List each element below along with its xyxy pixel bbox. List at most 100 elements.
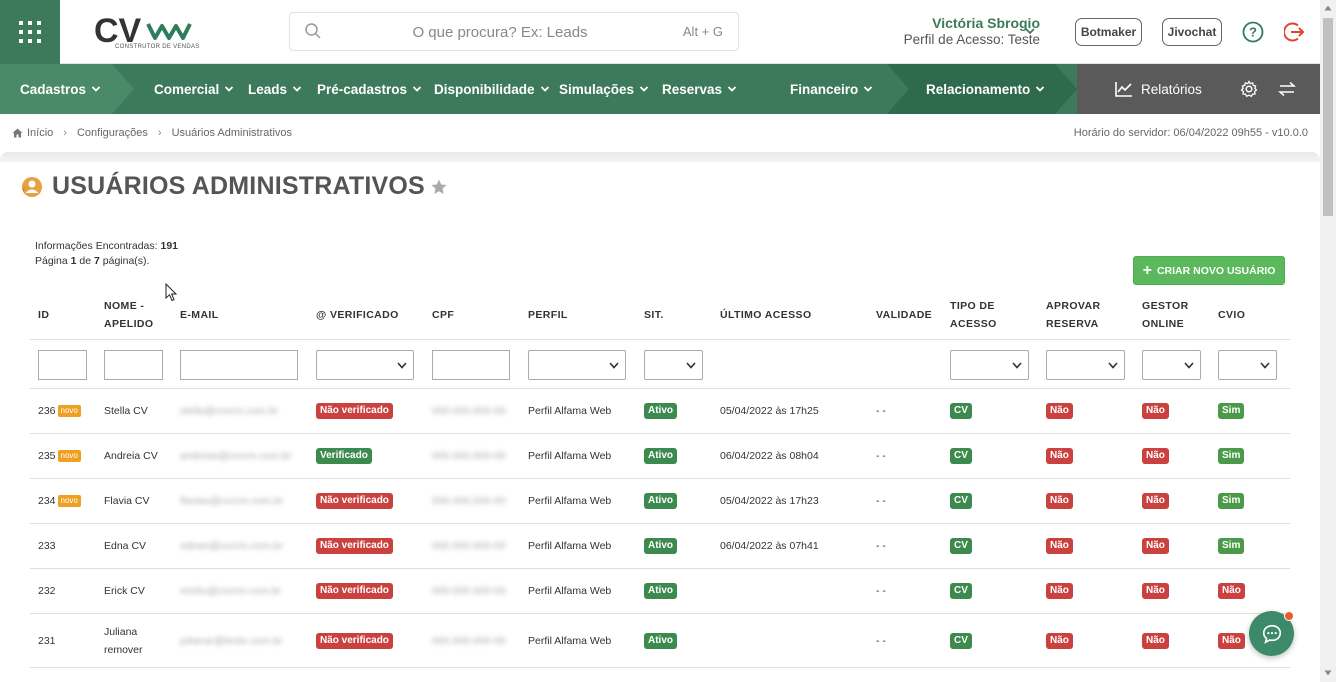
page: CV CONSTRUTOR DE VENDAS Alt + G Victória… [0, 0, 1336, 682]
nav-relacionamento[interactable]: Relacionamento [926, 64, 1045, 114]
col-cvio[interactable]: CVIO [1218, 290, 1245, 340]
filter-id-input[interactable] [38, 350, 87, 380]
nav-pre-cadastros[interactable]: Pré-cadastros [317, 64, 422, 114]
page-word: Página [35, 255, 68, 267]
col-tipo-acesso[interactable]: TIPO DE ACESSO [950, 290, 997, 340]
col-nome[interactable]: NOME - APELIDO [104, 290, 153, 340]
cell-aprovar: Não [1046, 479, 1073, 523]
cell-email: andreas@cvcrm.com.br [180, 450, 292, 462]
scroll-down-icon[interactable] [1324, 670, 1332, 676]
cell-tipo: CV [950, 569, 972, 613]
star-icon[interactable] [430, 178, 448, 196]
col-situacao[interactable]: SIT. [644, 290, 664, 340]
chevron-down-icon[interactable] [1024, 26, 1036, 36]
chevron-down-icon [609, 362, 619, 369]
nav-simulacoes[interactable]: Simulações [559, 64, 649, 114]
cell-tipo: CV [950, 434, 972, 478]
status-badge: Não [1142, 538, 1169, 554]
filter-nome-input[interactable] [104, 350, 163, 380]
cell-email: ericks@cvcrm.com.br [180, 585, 282, 597]
nav-cadastros[interactable]: Cadastros [20, 64, 101, 114]
filter-tipo-select[interactable] [950, 350, 1029, 380]
cell-nome: Edna CV [104, 540, 147, 552]
botmaker-button[interactable]: Botmaker [1075, 18, 1142, 46]
cell-cpf: 000.000.000-00 [432, 585, 506, 597]
gear-icon[interactable] [1240, 80, 1258, 98]
vertical-scrollbar[interactable] [1320, 0, 1336, 682]
status-badge: Não [1046, 538, 1073, 554]
scroll-up-icon[interactable] [1324, 5, 1332, 11]
status-badge: Não [1142, 448, 1169, 464]
search-icon [305, 23, 321, 39]
cell-aprovar: Não [1046, 524, 1073, 568]
nav-label: Relatórios [1141, 81, 1202, 97]
apps-menu-button[interactable] [0, 0, 60, 64]
status-badge: Não [1046, 448, 1073, 464]
swap-icon[interactable] [1278, 81, 1296, 97]
global-search[interactable]: Alt + G [289, 12, 739, 51]
col-id[interactable]: ID [38, 290, 49, 340]
filter-verificado-select[interactable] [316, 350, 414, 380]
table-row[interactable]: 234 novo Flavia CV flavias@cvcrm.com.br N… [30, 479, 1290, 524]
col-aprovar-reserva[interactable]: APROVAR RESERVA [1046, 290, 1101, 340]
breadcrumb: Início › Configurações › Usuários Admini… [12, 127, 292, 139]
search-shortcut-hint: Alt + G [682, 24, 723, 39]
status-badge: Não [1142, 632, 1169, 649]
col-ultimo-acesso[interactable]: ÚLTIMO ACESSO [720, 290, 812, 340]
search-input[interactable] [350, 21, 650, 43]
cell-perfil: Perfil Alfama Web [528, 450, 612, 462]
create-user-button[interactable]: + CRIAR NOVO USUÁRIO [1133, 256, 1285, 285]
help-icon[interactable]: ? [1242, 21, 1264, 43]
cell-situacao: Ativo [644, 479, 677, 523]
breadcrumb-configuracoes[interactable]: Configurações [77, 127, 148, 139]
scrollbar-thumb[interactable] [1323, 18, 1333, 216]
filter-perfil-select[interactable] [528, 350, 626, 380]
page-total: 7 [94, 255, 100, 267]
cell-email: ednan@cvcrm.com.br [180, 540, 283, 552]
table-row[interactable]: 231 Juliana remover julianar@teste.com.br… [30, 614, 1290, 668]
status-badge: CV [950, 493, 972, 509]
table-row[interactable]: 233 Edna CV ednan@cvcrm.com.br Não verif… [30, 524, 1290, 569]
table-row[interactable]: 236 novo Stella CV stella@cvcrm.com.br Nã… [30, 389, 1290, 434]
cell-perfil: Perfil Alfama Web [528, 495, 612, 507]
status-badge: Ativo [644, 538, 677, 554]
status-badge: Não [1218, 632, 1245, 649]
table-row[interactable]: 235 novo Andreia CV andreas@cvcrm.com.br … [30, 434, 1290, 479]
col-gestor-online[interactable]: GESTOR ONLINE [1142, 290, 1189, 340]
cell-ultimo-acesso: 05/04/2022 às 17h23 [720, 495, 819, 507]
cell-id: 233 [38, 540, 56, 552]
chevron-down-icon [1108, 362, 1118, 369]
top-header: CV CONSTRUTOR DE VENDAS Alt + G Victória… [0, 0, 1320, 64]
user-menu[interactable]: Victória Sbrogio Perfil de Acesso: Teste [850, 15, 1040, 47]
filter-situacao-select[interactable] [644, 350, 703, 380]
col-cpf[interactable]: CPF [432, 290, 454, 340]
col-perfil[interactable]: PERFIL [528, 290, 568, 340]
cell-aprovar: Não [1046, 569, 1073, 613]
status-badge: Não [1046, 632, 1073, 649]
table-row[interactable]: 232 Erick CV ericks@cvcrm.com.br Não ver… [30, 569, 1290, 614]
chevron-down-icon [91, 86, 101, 92]
mouse-cursor-icon [165, 283, 178, 302]
filter-email-input[interactable] [180, 350, 298, 380]
nav-relatorios[interactable]: Relatórios [1115, 64, 1202, 114]
nav-leads[interactable]: Leads [248, 64, 302, 114]
nav-financeiro[interactable]: Financeiro [790, 64, 873, 114]
nav-reservas[interactable]: Reservas [662, 64, 737, 114]
nav-comercial[interactable]: Comercial [154, 64, 234, 114]
jivochat-button[interactable]: Jivochat [1162, 18, 1222, 46]
col-validade[interactable]: VALIDADE [876, 290, 932, 340]
notification-dot [1284, 611, 1294, 621]
filter-cvio-select[interactable] [1218, 350, 1277, 380]
cell-validade: - - [876, 585, 886, 597]
filter-aprovar-select[interactable] [1046, 350, 1125, 380]
logout-icon[interactable] [1284, 21, 1306, 43]
filter-gestor-select[interactable] [1142, 350, 1201, 380]
breadcrumb-home[interactable]: Início [27, 127, 53, 139]
col-verificado[interactable]: @ VERIFICADO [316, 290, 399, 340]
cell-aprovar: Não [1046, 614, 1073, 667]
filter-cpf-input[interactable] [432, 350, 510, 380]
cell-ultimo-acesso: 06/04/2022 às 08h04 [720, 450, 819, 462]
nav-disponibilidade[interactable]: Disponibilidade [434, 64, 550, 114]
main-nav: Cadastros Comercial Leads Pré-cadastros … [0, 64, 1320, 114]
col-email[interactable]: E-MAIL [180, 290, 219, 340]
